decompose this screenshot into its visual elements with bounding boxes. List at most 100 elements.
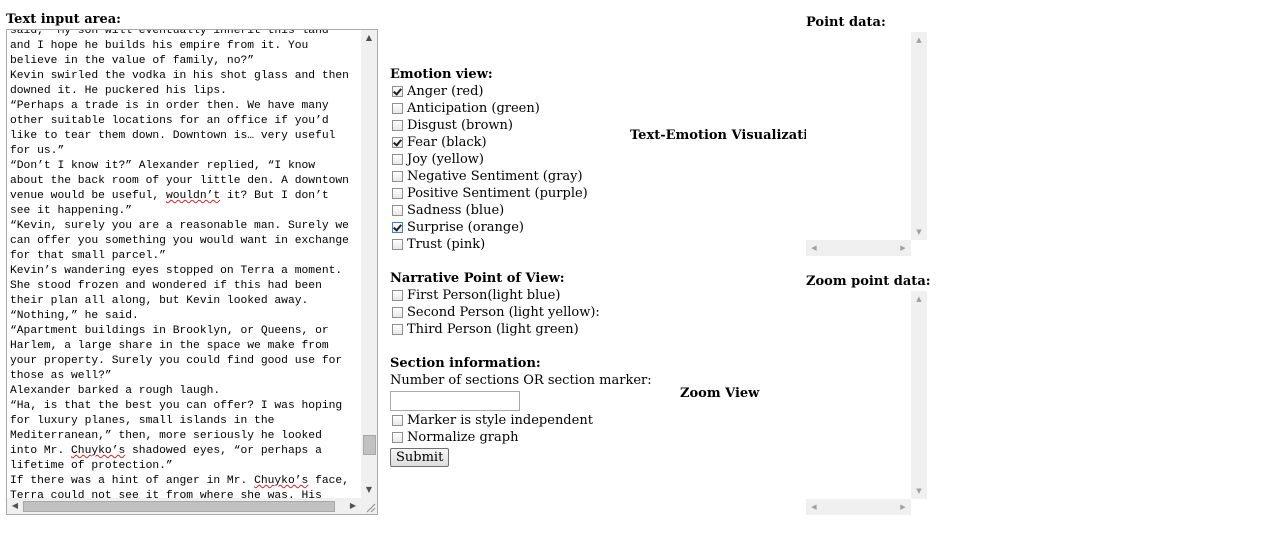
scroll-down-arrow-icon[interactable]: ▼ [361, 482, 377, 498]
option-row[interactable]: Positive Sentiment (purple) [390, 185, 630, 202]
scroll-right-arrow-icon[interactable]: ▶ [895, 240, 911, 256]
checkbox-checked[interactable] [392, 86, 403, 97]
checkbox[interactable] [392, 188, 403, 199]
text-line: “Apartment buildings in Brooklyn, or Que… [10, 325, 329, 337]
vertical-scroll-thumb[interactable] [363, 434, 376, 455]
checkbox[interactable] [392, 432, 403, 443]
checkbox[interactable] [392, 239, 403, 250]
text-input-horizontal-scrollbar[interactable]: ◀ ▶ [7, 498, 361, 514]
emotion-options: Anger (red) Anticipation (green) Disgust (… [390, 83, 630, 253]
scroll-right-arrow-icon[interactable]: ▶ [345, 498, 361, 514]
zoom-point-data-title: Zoom point data: [806, 274, 931, 289]
section-options: Marker is style independent Normalize gra… [390, 412, 630, 446]
option-row[interactable]: Marker is style independent [390, 412, 630, 429]
text-line: “Don’t I know it?” Alexander replied, “I… [10, 160, 316, 172]
zoom-point-data-horizontal-scrollbar[interactable]: ◀ ▶ [806, 499, 911, 515]
option-label: Anticipation (green) [407, 101, 540, 116]
scroll-right-arrow-icon[interactable]: ▶ [895, 499, 911, 515]
text-line: Kevin swirled the vodka in his shot glas… [10, 70, 349, 82]
option-row[interactable]: Third Person (light green) [390, 321, 630, 338]
option-label: Normalize graph [407, 430, 519, 445]
text-input-area[interactable]: said, “My son will eventually inherit th… [6, 29, 378, 515]
text-line: and I hope he builds his empire from it.… [10, 40, 309, 52]
option-label: Trust (pink) [407, 237, 486, 252]
text-input-vertical-scrollbar[interactable]: ▲ ▼ [361, 30, 377, 498]
zoom-point-data-panel[interactable]: ▲ ▼ ◀ ▶ [806, 291, 927, 516]
text-line: “Kevin, surely you are a reasonable man.… [10, 220, 349, 232]
option-label: Joy (yellow) [407, 152, 484, 167]
zoom-point-data-vertical-scrollbar[interactable]: ▲ ▼ [911, 291, 927, 499]
section-info-title: Section information: [390, 356, 541, 371]
text-line: venue would be useful, wouldn’t it? But … [10, 190, 329, 202]
option-row[interactable]: Negative Sentiment (gray) [390, 168, 630, 185]
section-count-input[interactable] [390, 391, 520, 411]
option-row[interactable]: Disgust (brown) [390, 117, 630, 134]
text-line: believe in the value of family, no?” [10, 55, 255, 67]
text-line: Mediterranean,” then, more seriously he … [10, 430, 322, 442]
emotion-view-title: Emotion view: [390, 67, 493, 82]
checkbox[interactable] [392, 171, 403, 182]
option-row[interactable]: Anticipation (green) [390, 100, 630, 117]
option-row[interactable]: Second Person (light yellow): [390, 304, 630, 321]
page: Text input area: said, “My son will even… [0, 0, 1287, 534]
checkbox[interactable] [392, 307, 403, 318]
text-line: their plan all along, but Kevin looked a… [10, 295, 309, 307]
option-row[interactable]: Trust (pink) [390, 236, 630, 253]
text-line: “Perhaps a trade is in order then. We ha… [10, 100, 329, 112]
checkbox-checked[interactable] [392, 222, 403, 233]
option-row[interactable]: Joy (yellow) [390, 151, 630, 168]
option-label: Second Person (light yellow): [407, 305, 600, 320]
pov-options: First Person(light blue) Second Person (l… [390, 287, 630, 338]
spelling-error: Chuyko’s [71, 445, 126, 457]
scroll-up-arrow-icon[interactable]: ▲ [361, 30, 377, 46]
option-label: Anger (red) [407, 84, 484, 99]
text-line: If there was a hint of anger in Mr. Chuy… [10, 475, 349, 487]
text-line: your property. Surely you could find goo… [10, 355, 343, 367]
text-line: other suitable locations for an office i… [10, 115, 329, 127]
text-line: Harlem, a large share in the space we ma… [10, 340, 329, 352]
text-line: “Nothing,” he said. [10, 310, 139, 322]
text-line: “Ha, is that the best you can offer? I w… [10, 400, 343, 412]
spelling-error: wouldn’t [165, 190, 221, 202]
checkbox[interactable] [392, 290, 403, 301]
checkbox-checked[interactable] [392, 137, 403, 148]
checkbox[interactable] [392, 154, 403, 165]
submit-button[interactable]: Submit [390, 448, 450, 467]
checkbox[interactable] [392, 415, 403, 426]
resize-grip-icon[interactable] [361, 498, 377, 514]
point-data-horizontal-scrollbar[interactable]: ◀ ▶ [806, 240, 911, 256]
checkbox[interactable] [392, 103, 403, 114]
scroll-left-arrow-icon[interactable]: ◀ [806, 240, 822, 256]
option-row[interactable]: Normalize graph [390, 429, 630, 446]
zoom-view-title: Zoom View [680, 386, 760, 401]
text-line: about the back room of your little den. … [10, 175, 349, 187]
text-line: downed it. He puckered his lips. [10, 85, 227, 97]
scroll-up-arrow-icon[interactable]: ▲ [911, 291, 927, 307]
scroll-down-arrow-icon[interactable]: ▼ [911, 483, 927, 499]
option-row[interactable]: Surprise (orange) [390, 219, 630, 236]
scroll-left-arrow-icon[interactable]: ◀ [7, 498, 23, 514]
checkbox[interactable] [392, 120, 403, 131]
point-data-vertical-scrollbar[interactable]: ▲ ▼ [911, 32, 927, 240]
narrative-pov-title: Narrative Point of View: [390, 271, 565, 286]
option-label: Negative Sentiment (gray) [407, 169, 583, 184]
option-label: Disgust (brown) [407, 118, 513, 133]
point-data-panel[interactable]: ▲ ▼ ◀ ▶ [806, 32, 927, 257]
text-line: Kevin’s wandering eyes stopped on Terra … [10, 265, 343, 277]
visualization-title: Text-Emotion Visualization [630, 128, 827, 143]
checkbox[interactable] [392, 205, 403, 216]
text-input-content[interactable]: said, “My son will eventually inherit th… [10, 30, 362, 504]
option-row[interactable]: Anger (red) [390, 83, 630, 100]
text-line: those as well?” [10, 370, 112, 382]
option-row[interactable]: Sadness (blue) [390, 202, 630, 219]
option-row[interactable]: First Person(light blue) [390, 287, 630, 304]
scroll-up-arrow-icon[interactable]: ▲ [911, 32, 927, 48]
scroll-left-arrow-icon[interactable]: ◀ [806, 499, 822, 515]
option-row[interactable]: Fear (black) [390, 134, 630, 151]
point-data-title: Point data: [806, 15, 886, 30]
checkbox[interactable] [392, 324, 403, 335]
option-label: First Person(light blue) [407, 288, 561, 303]
horizontal-scroll-thumb[interactable] [23, 501, 335, 512]
text-line: Alexander barked a rough laugh. [10, 385, 221, 397]
scroll-down-arrow-icon[interactable]: ▼ [911, 224, 927, 240]
